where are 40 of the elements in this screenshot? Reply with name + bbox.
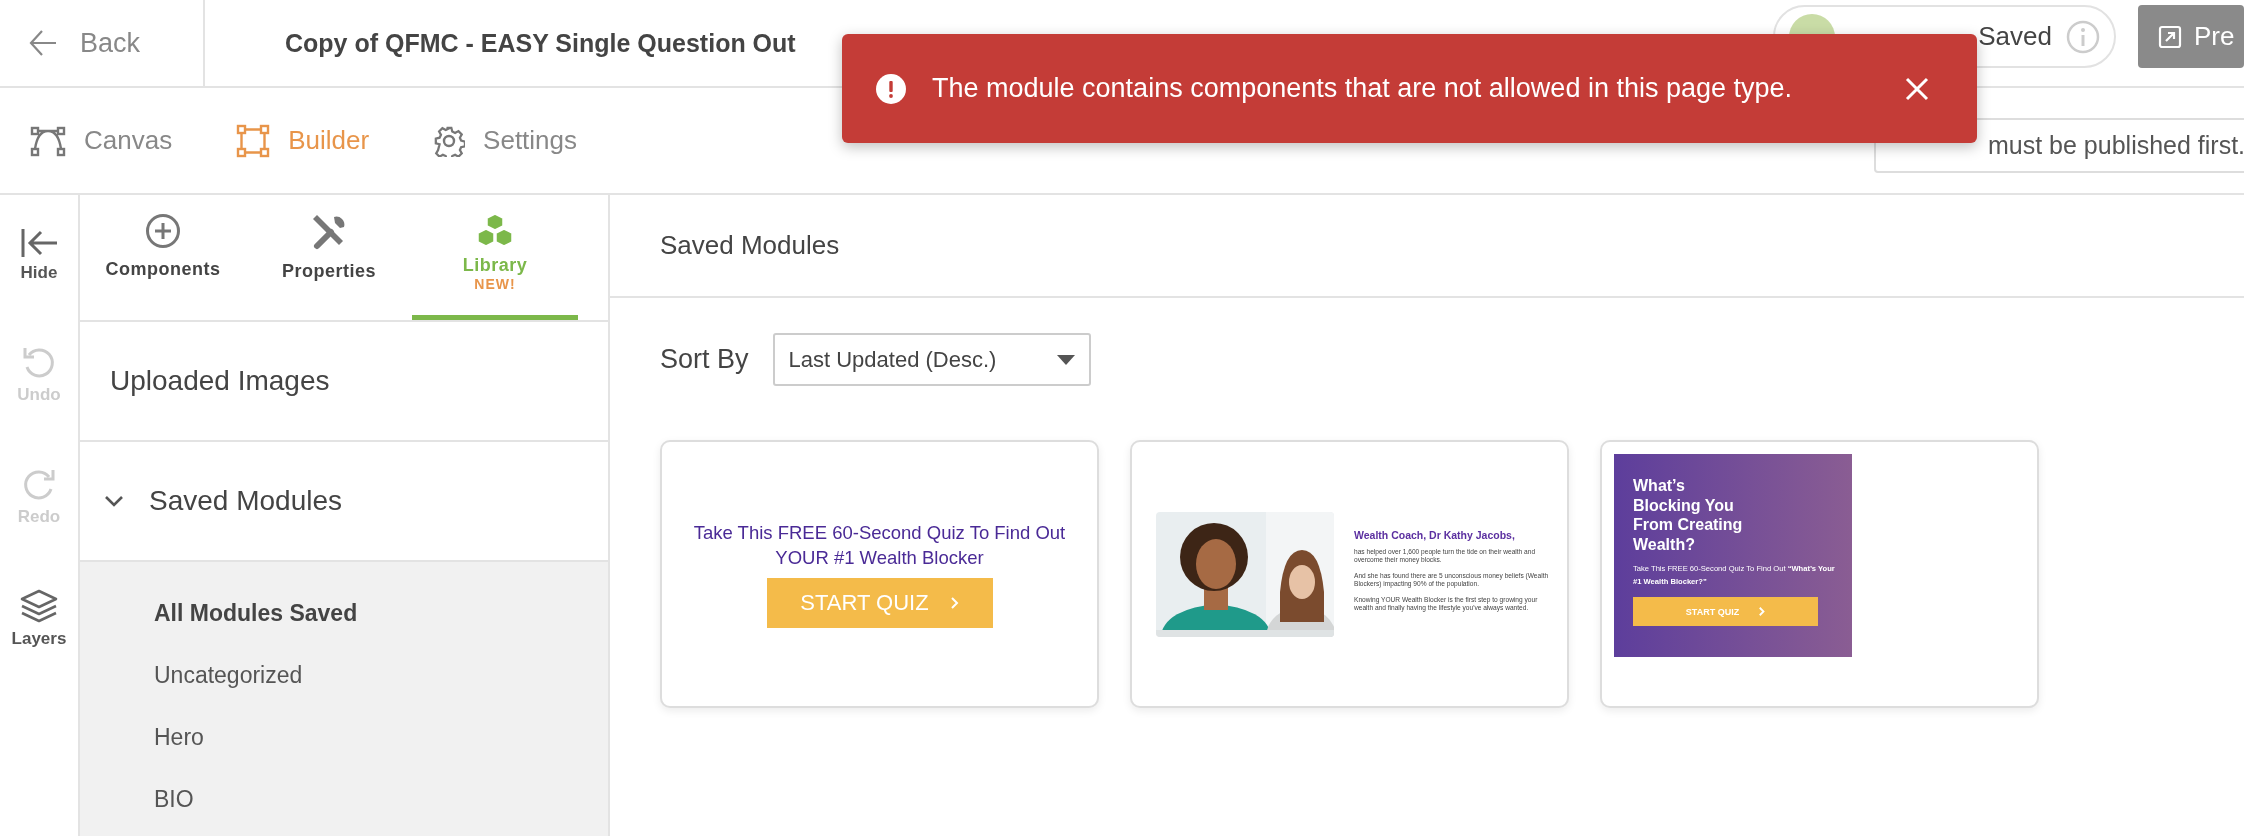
collapse-left-icon [19, 227, 59, 259]
layers-icon [19, 589, 59, 625]
category-item[interactable]: Hero [154, 706, 608, 768]
caret-icon [1056, 354, 1075, 365]
sort-label: Sort By [660, 344, 749, 375]
back-link[interactable]: Back [28, 27, 141, 59]
frame-nodes-icon [236, 123, 271, 158]
close-icon[interactable] [1905, 76, 1929, 101]
bezier-curve-icon [30, 124, 66, 157]
page-title: Copy of QFMC - EASY Single Question Out [285, 28, 796, 58]
section-title: Saved Modules [660, 230, 840, 261]
category-item[interactable]: All Modules Saved [154, 582, 608, 644]
mode-tab[interactable]: Settings [433, 123, 578, 158]
library-section[interactable]: Uploaded Images [80, 322, 608, 442]
chevron-icon [104, 495, 124, 507]
module-heading: Wealth Coach, Dr Kathy Jacobs, [1354, 528, 1516, 541]
chevron-right-icon [1759, 607, 1766, 616]
module-headline: Take This FREE 60-Second Quiz To Find Out YOUR #1 Wealth Blocker [692, 521, 1067, 570]
rail-button[interactable]: Hide [19, 227, 59, 283]
new-label: NEW! [474, 276, 516, 292]
module-card[interactable] [1130, 440, 1569, 708]
toast-message: The module contains components that are not allowed in this page type. [932, 73, 1793, 104]
module-headline: What’s Blocking You From Creating Wealth? [1633, 476, 1744, 554]
start-quiz-button: START QUIZ [1633, 597, 1818, 626]
panel-tab[interactable]: Components [80, 195, 246, 320]
chevron-right-icon [950, 597, 959, 609]
external-link-icon [2158, 24, 2182, 49]
rail-button[interactable]: Layers [11, 589, 67, 649]
back-arrow-icon [28, 28, 58, 58]
sort-dropdown[interactable]: Last Updated (Desc.) [772, 333, 1091, 386]
category-item[interactable]: Uncategorized [154, 644, 608, 706]
start-quiz-button: START QUIZ [766, 578, 993, 628]
category-item[interactable]: BIO [154, 768, 608, 830]
alert-icon [876, 73, 906, 104]
mode-tab[interactable]: Canvas [30, 123, 173, 158]
panel-tab[interactable]: Properties [246, 195, 412, 320]
settings-icon [433, 124, 466, 157]
module-card[interactable]: Take This FREE 60-Second Quiz To Find Out YOUR #1 Wealth Blocker START QUIZ [660, 440, 1099, 708]
save-status-text: Saved [1978, 21, 2052, 52]
plus-circle-icon [145, 213, 181, 249]
